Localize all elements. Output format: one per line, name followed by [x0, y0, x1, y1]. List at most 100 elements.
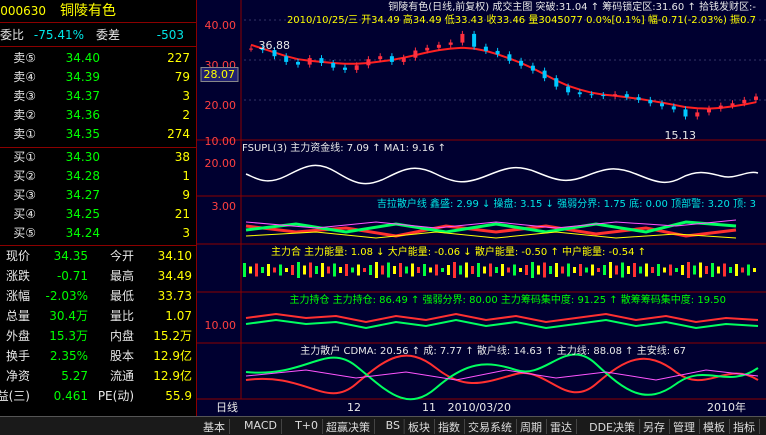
- bottom-tab[interactable]: 管理: [669, 419, 700, 434]
- stat-value: 15.3万: [49, 329, 88, 343]
- ind3-bar: [507, 267, 510, 273]
- stat-row: 涨跌 -0.71 最高 34.49: [0, 269, 196, 290]
- ind3-bar: [369, 265, 372, 275]
- stock-name: 铜陵有色: [60, 3, 116, 19]
- bottom-tab[interactable]: BS: [381, 419, 405, 434]
- stat-row: 换手 2.35% 股本 12.9亿: [0, 349, 196, 370]
- ind3-bar: [675, 268, 678, 272]
- ind3-bar: [279, 264, 282, 276]
- ind3-bar: [603, 265, 606, 275]
- ask-row[interactable]: 卖① 34.35 274: [0, 127, 196, 148]
- ind3-bar: [387, 262, 390, 278]
- ind3-bar: [333, 263, 336, 277]
- ind3-bar: [453, 262, 456, 278]
- stat-label: PE(动): [97, 389, 134, 403]
- ind-tick-20: 20.00: [204, 157, 237, 170]
- chart-title-line: 铜陵有色(日线,前复权) 成交主图 突破:31.04 ↑ 筹码锁定区:31.60…: [388, 2, 756, 13]
- bid-row[interactable]: 买④ 34.25 21: [0, 207, 196, 228]
- ind3-bar: [753, 268, 756, 272]
- bottom-tab[interactable]: T+0: [291, 419, 323, 434]
- bottom-tab[interactable]: 基本: [199, 419, 230, 434]
- ind3-bar: [465, 262, 468, 278]
- ind3-bar: [345, 264, 348, 276]
- stat-label: 内盘: [109, 329, 134, 343]
- stat-label: 净资: [5, 369, 30, 383]
- bottom-tab[interactable]: 雷达: [546, 419, 577, 434]
- ask-volume: 227: [167, 51, 190, 65]
- stat-value: 55.9: [165, 389, 192, 403]
- ask-price: 34.39: [65, 70, 100, 84]
- bottom-tab[interactable]: 周期: [516, 419, 547, 434]
- bottom-tab[interactable]: 板块: [404, 419, 435, 434]
- bid-row[interactable]: 买① 34.30 38: [0, 150, 196, 171]
- ask-price: 34.40: [65, 51, 100, 65]
- bid-volume: 1: [182, 169, 190, 183]
- stat-value: -2.03%: [45, 289, 88, 303]
- ind5-title: 主力散户 CDMA: 20.56 ↑ 成: 7.77 ↑ 散户线: 14.63 …: [300, 346, 686, 357]
- ind4-title: 主力持仓 主力持仓: 86.49 ↑ 强弱分界: 80.00 主力筹码集中度: …: [289, 295, 726, 306]
- ask-row[interactable]: 卖④ 34.39 79: [0, 70, 196, 91]
- axis-tick-20: 20.00: [204, 99, 237, 112]
- ask-volume: 2: [182, 108, 190, 122]
- ask-row[interactable]: 卖⑤ 34.40 227: [0, 51, 196, 72]
- bottom-tab[interactable]: 指数: [434, 419, 465, 434]
- bottom-tab[interactable]: DDE决策: [585, 419, 640, 434]
- ind2-ribbons: [245, 219, 737, 239]
- ind3-bar: [429, 267, 432, 273]
- peak-price-label: 36.88: [258, 39, 291, 52]
- bottom-tab[interactable]: MACD: [240, 419, 282, 434]
- stat-value: 12.9亿: [153, 369, 192, 383]
- bid-price: 34.27: [65, 188, 100, 202]
- stat-value: -0.71: [56, 269, 88, 283]
- ind3-bar: [543, 262, 546, 278]
- date-axis-tick-d: 2010年: [707, 401, 746, 414]
- stat-label: 最低: [109, 289, 134, 303]
- stat-value: 34.35: [53, 249, 88, 263]
- ask-volume: 3: [182, 89, 190, 103]
- bottom-tab[interactable]: 另存: [639, 419, 670, 434]
- ind3-bar: [441, 268, 444, 272]
- bottom-tab[interactable]: 超赢决策: [322, 419, 375, 434]
- ind3-bar: [621, 262, 624, 278]
- ind3-bar: [447, 265, 450, 275]
- bid-volume: 38: [174, 150, 190, 164]
- low-price-label: 15.13: [664, 129, 697, 142]
- axis-tick-10: 10.00: [204, 135, 237, 148]
- bid-row[interactable]: 买② 34.28 1: [0, 169, 196, 190]
- bid-volume: 9: [182, 188, 190, 202]
- ind1-title: FSUPL(3) 主力资金线: 7.09 ↑ MA1: 9.16 ↑: [242, 143, 446, 154]
- ind3-bar: [723, 263, 726, 277]
- ind3-bar: [315, 266, 318, 274]
- stat-label: 涨幅: [5, 289, 30, 303]
- bottom-tab[interactable]: 交易系统: [464, 419, 517, 434]
- ask-row[interactable]: 卖② 34.36 2: [0, 108, 196, 129]
- stat-label: 涨跌: [5, 269, 30, 283]
- ind-tick-10: 10.00: [204, 319, 237, 332]
- ind3-bar: [699, 262, 702, 278]
- ind3-bar: [639, 266, 642, 274]
- stock-code: 000630: [0, 4, 46, 18]
- bid-row[interactable]: 买③ 34.27 9: [0, 188, 196, 209]
- ask-price: 34.37: [65, 89, 100, 103]
- bottom-tab[interactable]: 指标: [729, 419, 760, 434]
- ind2-title: 吉拉散户线 鑫盛: 2.99 ↓ 操盘: 3.15 ↓ 强弱分界: 1.75 底…: [376, 199, 756, 210]
- ind3-bar: [471, 266, 474, 274]
- ind3-bar: [285, 268, 288, 272]
- ind1-line: [245, 164, 759, 185]
- ind3-bar: [357, 264, 360, 276]
- bottom-tab[interactable]: 模板: [699, 419, 730, 434]
- bid-row[interactable]: 买⑤ 34.24 3: [0, 226, 196, 247]
- ind3-bar: [627, 266, 630, 274]
- date-axis-tick-c: 11: [422, 401, 436, 414]
- ind3-bar: [375, 262, 378, 278]
- stat-row: 净资 5.27 流通 12.9亿: [0, 369, 196, 390]
- stat-value: 5.27: [61, 369, 88, 383]
- bid-price: 34.24: [65, 226, 100, 240]
- ind3-bar: [591, 264, 594, 276]
- bid-label: 买③: [13, 188, 36, 202]
- ind3-bar: [633, 263, 636, 277]
- quote-header: 000630 铜陵有色: [0, 0, 196, 22]
- ask-row[interactable]: 卖③ 34.37 3: [0, 89, 196, 110]
- ind3-bar: [501, 264, 504, 276]
- ind3-bar: [609, 262, 612, 278]
